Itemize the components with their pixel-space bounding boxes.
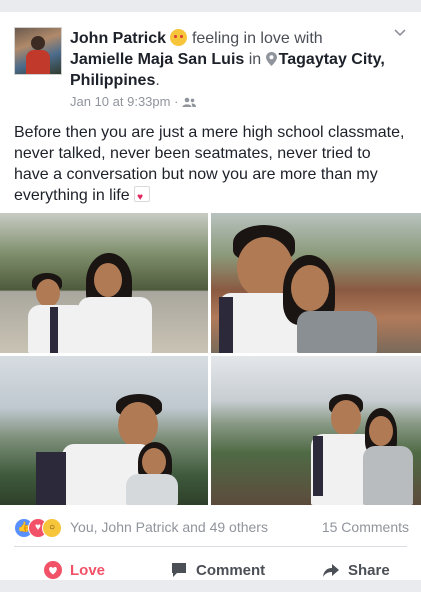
location-pin-icon [265,52,277,66]
wow-icon: ○ [42,518,62,538]
photo-grid [0,213,421,505]
meta-separator: · [174,94,179,109]
love-reaction-icon [44,561,62,579]
friends-privacy-icon[interactable] [182,97,197,107]
share-label: Share [348,561,390,579]
photo-1[interactable] [0,213,208,353]
post-body-text: Before then you are just a mere high sch… [14,124,405,204]
love-label: Love [70,561,106,579]
heart-emoji-icon [134,186,151,208]
post-meta: Jan 10 at 9:33pm · [70,94,197,109]
comments-count[interactable]: 15 Comments [322,519,409,535]
share-button[interactable]: Share [322,558,390,582]
author-name[interactable]: John Patrick [70,30,166,47]
comment-label: Comment [196,561,266,579]
post-header: John Patrick feeling in love with Jamiel… [70,28,390,91]
tagged-person[interactable]: Jamielle Maja San Luis [70,51,244,68]
reaction-summary[interactable]: You, John Patrick and 49 others [70,519,268,535]
love-button[interactable]: Love [44,558,105,582]
reactions-bar: 👍 ♥ ○ You, John Patrick and 49 others 15… [14,518,409,538]
comment-button[interactable]: Comment [170,558,265,582]
photo-3[interactable] [0,356,208,505]
photo-2[interactable] [211,213,421,353]
post-timestamp[interactable]: Jan 10 at 9:33pm [70,94,170,109]
photo-4[interactable] [211,356,421,505]
feeling-love-emoji-icon [170,29,188,46]
divider [14,546,407,547]
author-avatar[interactable] [14,27,62,75]
post-card: John Patrick feeling in love with Jamiel… [0,12,421,580]
in-text: in [248,51,262,68]
post-body: Before then you are just a mere high sch… [14,122,409,208]
header-period: . [155,72,160,89]
comment-icon [172,563,186,577]
chevron-down-icon[interactable] [393,26,407,40]
action-bar: Love Comment Share [0,550,421,590]
share-icon [323,564,339,577]
feeling-text: feeling in love with [191,30,323,47]
reaction-icons[interactable]: 👍 ♥ ○ [14,518,68,538]
